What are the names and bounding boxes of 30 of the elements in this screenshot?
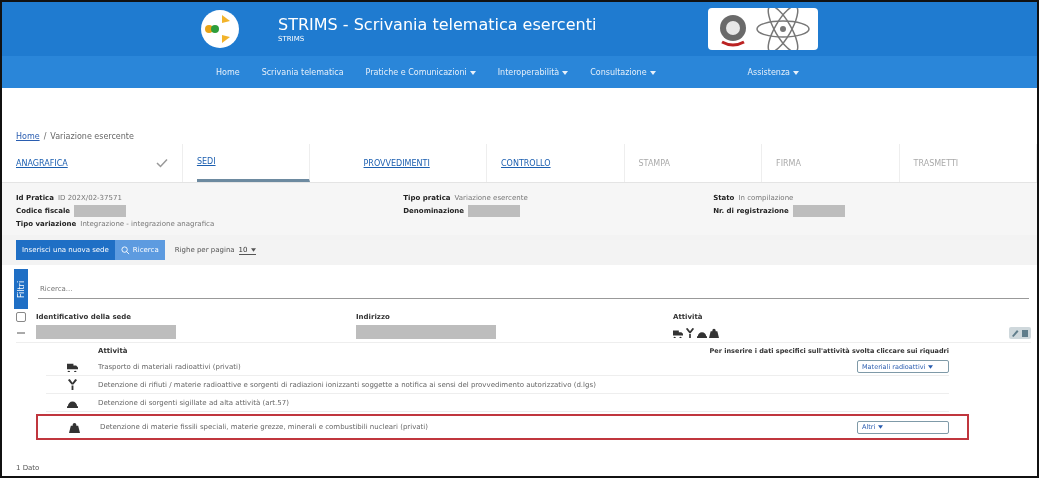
breadcrumb-link[interactable]: Home: [16, 132, 40, 141]
trefoil-icon: [66, 379, 78, 390]
caret-icon: [878, 425, 884, 429]
search-icon: [120, 245, 130, 255]
caret-icon: [250, 247, 256, 252]
weight-icon: [709, 328, 719, 338]
nav-item[interactable]: Pratiche e Comunicazioni: [365, 67, 476, 77]
breadcrumb-current: Variazione esercente: [50, 132, 134, 141]
truck-icon: [673, 328, 683, 338]
weight-icon: [68, 421, 80, 433]
step-tab[interactable]: PROVVEDIMENTI: [349, 144, 488, 182]
breadcrumb-separator: /: [43, 132, 47, 141]
filter-tab[interactable]: Filtri: [14, 269, 28, 309]
redacted-block: [468, 204, 521, 217]
nav-item[interactable]: Scrivania telematica: [261, 67, 344, 77]
redacted-block: [792, 204, 845, 217]
nav-item[interactable]: Consultazione: [590, 67, 656, 77]
nav-item[interactable]: Assistenza: [747, 67, 799, 77]
nav-item[interactable]: Home: [216, 67, 240, 77]
nav-item[interactable]: Interoperabilità: [497, 67, 569, 77]
step-tab[interactable]: CONTROLLO: [487, 144, 625, 182]
truck-icon: [66, 361, 78, 372]
edit-delete-button[interactable]: [1009, 327, 1031, 339]
caret-icon: [928, 364, 934, 369]
app-title: STRIMS - Scrivania telematica esercenti: [278, 15, 598, 35]
redacted-block: [74, 204, 127, 217]
logo-icon: [200, 9, 240, 49]
trefoil-icon: [685, 328, 695, 338]
select-all-checkbox[interactable]: [16, 311, 26, 322]
step-tab[interactable]: ANAGRAFICA: [2, 144, 183, 182]
